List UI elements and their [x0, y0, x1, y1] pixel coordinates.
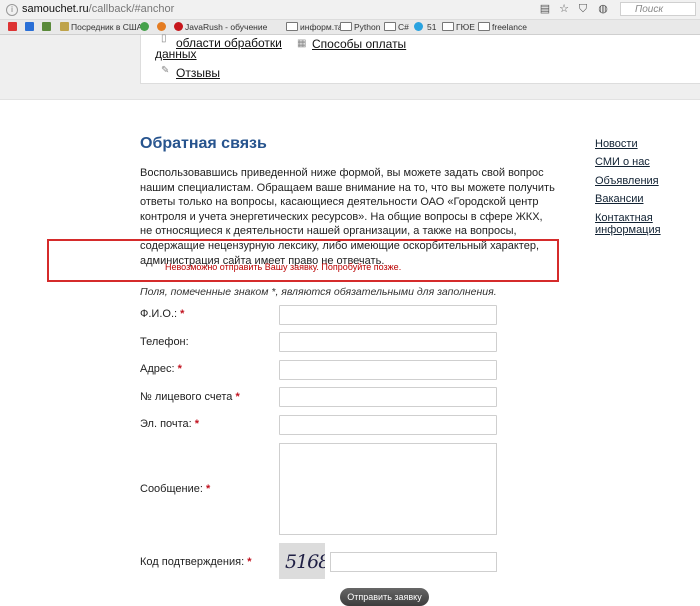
submit-button[interactable]: Отправить заявку — [340, 588, 429, 606]
account-label: № лицевого счета * — [140, 391, 240, 403]
search-input[interactable]: Поиск — [620, 2, 696, 16]
bookmark-folder-csharp[interactable]: C# — [384, 21, 409, 33]
calculator-icon: ▦ — [297, 38, 307, 49]
phone-field[interactable] — [279, 332, 497, 352]
required-mark: * — [194, 418, 200, 430]
bookmark-icon[interactable] — [140, 21, 151, 33]
info-icon[interactable]: i — [6, 4, 18, 16]
required-mark: * — [180, 308, 185, 320]
shield-icon[interactable]: ⛉ — [576, 2, 590, 16]
bookmark-icon[interactable] — [25, 21, 36, 33]
sidebar-item-announcements[interactable]: Объявления — [595, 175, 659, 187]
fio-label: Ф.И.О.: * — [140, 308, 185, 320]
menu-link-reviews[interactable]: Отзывы — [176, 67, 220, 80]
document-icon: ▯ — [161, 33, 167, 44]
reviews-icon: ✎ — [161, 65, 170, 76]
address-bar: i samouchet.ru/callback/#anchor ▤ ☆ ⛉ ◍ … — [0, 0, 700, 20]
star-icon[interactable]: ☆ — [557, 2, 571, 16]
email-field[interactable] — [279, 415, 497, 435]
bookmark-folder-freelance[interactable]: freelance — [478, 21, 527, 33]
required-mark: * — [205, 483, 211, 495]
bookmarks-bar: Посредник в США JavaRush - обучение инфо… — [0, 20, 700, 35]
sidebar-item-vacancies[interactable]: Вакансии — [595, 193, 644, 205]
sidebar-item-contacts-cont[interactable]: информация — [595, 224, 661, 236]
top-menu-panel: ▯ области обработки данных ✎ Отзывы ▦ Сп… — [140, 33, 700, 84]
error-message: Невозможно отправить Вашу заявку. Попроб… — [165, 262, 402, 272]
bookmark-icon[interactable] — [157, 21, 168, 33]
bookmark-folder-info[interactable]: информ.та — [286, 21, 343, 33]
page-title: Обратная связь — [140, 135, 267, 152]
menu-link-payment[interactable]: Способы оплаты — [312, 38, 406, 51]
captcha-field[interactable] — [330, 552, 497, 572]
bookmark-telegram[interactable] — [414, 21, 425, 33]
sidebar-item-contacts[interactable]: Контактная — [595, 212, 653, 224]
email-label: Эл. почта: * — [140, 418, 200, 430]
phone-label: Телефон: — [140, 336, 189, 348]
bookmark-folder-gyue[interactable]: ГЮЕ — [442, 21, 475, 33]
message-textarea[interactable] — [279, 443, 497, 535]
url-field[interactable]: samouchet.ru/callback/#anchor — [22, 3, 174, 15]
fio-field[interactable] — [279, 305, 497, 325]
bookmark-posrednik[interactable]: Посредник в США — [60, 21, 142, 33]
sidebar-item-media[interactable]: СМИ о нас — [595, 156, 650, 168]
required-note: Поля, помеченные знаком *, являются обяз… — [140, 286, 497, 298]
required-mark: * — [177, 363, 182, 375]
bookmark-icon[interactable] — [8, 21, 19, 33]
address-label: Адрес: * — [140, 363, 182, 375]
bookmark-javarush[interactable]: JavaRush - обучение — [174, 21, 267, 33]
sidebar-item-news[interactable]: Новости — [595, 138, 638, 150]
required-mark: * — [235, 391, 240, 403]
url-host: samouchet.ru — [22, 3, 89, 15]
menu-link-processing-cont[interactable]: данных — [155, 48, 197, 61]
message-label: Сообщение: * — [140, 483, 211, 495]
url-path: /callback/#anchor — [88, 3, 175, 15]
error-box — [47, 239, 559, 282]
address-field[interactable] — [279, 360, 497, 380]
bookmark-51[interactable]: 51 — [427, 21, 436, 33]
reader-icon[interactable]: ▤ — [538, 2, 552, 16]
extension-icon[interactable]: ◍ — [596, 2, 610, 16]
required-mark: * — [247, 556, 252, 568]
captcha-image: 5168 — [279, 543, 325, 579]
account-field[interactable] — [279, 387, 497, 407]
bookmark-icon[interactable] — [42, 21, 53, 33]
bookmark-folder-python[interactable]: Python — [340, 21, 380, 33]
captcha-label: Код подтверждения: * — [140, 556, 252, 568]
